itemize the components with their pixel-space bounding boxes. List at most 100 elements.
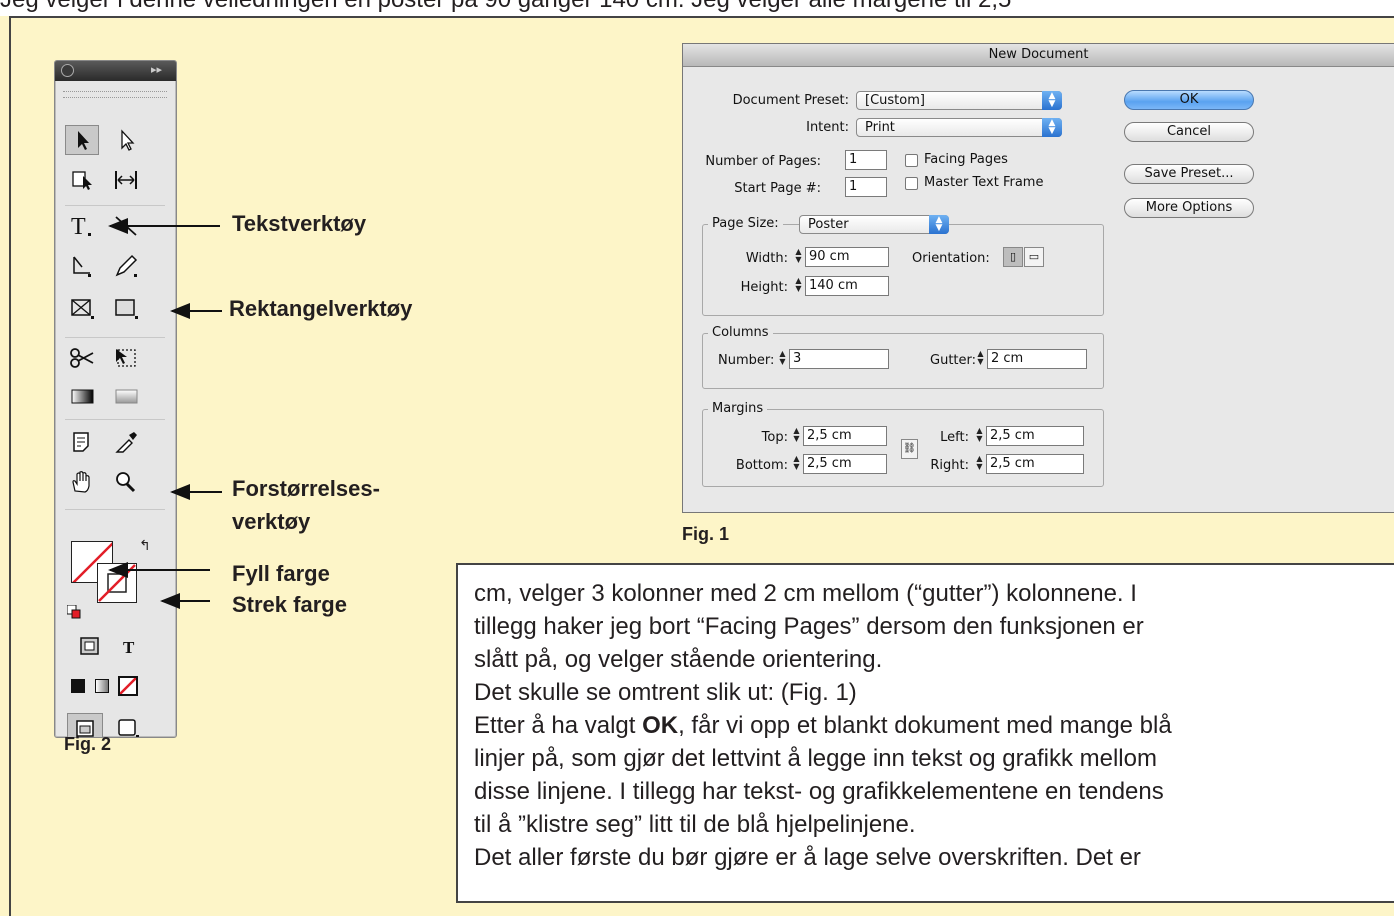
callout-zoom-line2: verktøy	[232, 509, 311, 534]
page-size-value: Poster	[808, 217, 849, 232]
bottom-stepper-icon[interactable]: ▲ ▼	[791, 455, 802, 473]
callout-rectangle-tool: Rektangelverktøy	[229, 296, 413, 321]
bottom-label: Bottom:	[735, 458, 788, 473]
grip-icon[interactable]	[63, 91, 167, 98]
page-size-select[interactable]: Poster ▲ ▼	[799, 215, 949, 234]
intent-select[interactable]: Print ▲ ▼	[856, 118, 1062, 137]
previous-text-line: Jeg velger i denne veiledningen en poste…	[0, 0, 1011, 14]
fig2-label: Fig. 2	[64, 734, 112, 754]
scissors-tool-icon[interactable]	[65, 343, 99, 373]
number-stepper-icon[interactable]: ▲ ▼	[777, 350, 788, 368]
rectangle-frame-tool-icon[interactable]	[65, 293, 99, 323]
left-stepper-icon[interactable]: ▲ ▼	[974, 427, 985, 445]
new-document-dialog: New Document Document Preset: [Custom] ▲…	[682, 43, 1394, 513]
page-size-label: Page Size:	[712, 216, 779, 231]
left-input[interactable]: 2,5 cm	[986, 426, 1084, 446]
apply-none-icon[interactable]	[118, 676, 138, 696]
page-size-title: Page Size:	[708, 216, 783, 231]
panel-header[interactable]: ▸▸	[55, 61, 176, 81]
gutter-label: Gutter:	[930, 353, 977, 368]
fig1-label: Fig. 1	[682, 524, 730, 544]
collapse-icon[interactable]: ▸▸	[151, 63, 162, 76]
facing-pages-checkbox[interactable]	[905, 154, 918, 167]
top-label: Top:	[761, 430, 788, 445]
body-line-2: tillegg haker jeg bort “Facing Pages” de…	[474, 613, 1144, 640]
master-text-frame-checkbox[interactable]	[905, 177, 918, 190]
apply-gradient-icon[interactable]	[95, 679, 109, 693]
more-options-button[interactable]: More Options	[1124, 198, 1254, 218]
apply-color-icon[interactable]	[71, 679, 85, 693]
cancel-button[interactable]: Cancel	[1124, 122, 1254, 142]
master-text-frame-label: Master Text Frame	[924, 175, 1044, 190]
top-stepper-icon[interactable]: ▲ ▼	[791, 427, 802, 445]
type-tool-icon[interactable]: T	[65, 211, 99, 241]
pages-input[interactable]: 1	[845, 150, 887, 170]
portrait-icon[interactable]: ▯	[1003, 247, 1023, 267]
save-preset-button[interactable]: Save Preset...	[1124, 164, 1254, 184]
body-text-box: cm, velger 3 kolonner med 2 cm mellom (“…	[456, 563, 1394, 903]
page-size-group	[702, 224, 1104, 316]
page-tool-icon[interactable]	[65, 165, 99, 195]
preview-view-icon[interactable]	[111, 713, 145, 737]
columns-title: Columns	[708, 325, 773, 340]
default-fill-stroke-icon[interactable]	[66, 604, 81, 619]
callout-text-tool: Tekstverktøy	[232, 211, 367, 236]
callout-arrows	[108, 218, 222, 609]
previous-text-strip: Jeg velger i denne veiledningen en poste…	[0, 0, 1394, 16]
bottom-input[interactable]: 2,5 cm	[803, 454, 887, 474]
body-line-8: til å ”klistre seg” litt til de blå hjel…	[474, 811, 916, 838]
start-page-input[interactable]: 1	[845, 177, 887, 197]
start-page-label: Start Page #:	[734, 181, 821, 196]
updown-arrows-icon: ▲ ▼	[1042, 91, 1062, 110]
facing-pages-label: Facing Pages	[924, 152, 1008, 167]
callout-stroke: Strek farge	[232, 592, 347, 617]
top-input[interactable]: 2,5 cm	[803, 426, 887, 446]
ok-emphasis: OK	[642, 712, 679, 739]
callout-fill: Fyll farge	[232, 561, 330, 586]
margins-title: Margins	[708, 401, 768, 416]
left-label: Left:	[940, 430, 969, 445]
note-tool-icon[interactable]	[65, 427, 99, 457]
height-stepper-icon[interactable]: ▲ ▼	[793, 277, 804, 295]
ok-button[interactable]: OK	[1124, 90, 1254, 110]
intent-value: Print	[865, 120, 895, 135]
gutter-input[interactable]: 2 cm	[987, 349, 1087, 369]
hand-tool-icon[interactable]	[65, 467, 99, 497]
body-line-7: disse linjene. I tillegg har tekst- og g…	[474, 778, 1164, 805]
pages-label: Number of Pages:	[705, 154, 821, 169]
selection-tool-icon[interactable]	[65, 125, 99, 155]
gradient-swatch-tool-icon[interactable]	[65, 381, 99, 411]
number-label: Number:	[718, 353, 775, 368]
body-line-1: cm, velger 3 kolonner med 2 cm mellom (“…	[474, 580, 1137, 607]
updown-arrows-icon: ▲ ▼	[1042, 118, 1062, 137]
right-input[interactable]: 2,5 cm	[986, 454, 1084, 474]
chain-link-icon[interactable]: ⛓	[901, 439, 918, 459]
height-input[interactable]: 140 cm	[805, 276, 889, 296]
width-input[interactable]: 90 cm	[805, 247, 889, 267]
width-stepper-icon[interactable]: ▲ ▼	[793, 248, 804, 266]
body-line-6: linjer på, som gjør det lettvint å legge…	[474, 745, 1157, 772]
preset-label: Document Preset:	[732, 93, 849, 108]
height-label: Height:	[740, 280, 788, 295]
intent-label: Intent:	[806, 120, 849, 135]
body-line-3: slått på, og velger stående orientering.	[474, 646, 883, 673]
gutter-stepper-icon[interactable]: ▲ ▼	[975, 350, 986, 368]
pen-tool-icon[interactable]	[65, 251, 99, 281]
svg-text:T: T	[71, 214, 86, 239]
updown-arrows-icon: ▲ ▼	[929, 215, 949, 234]
close-icon[interactable]	[61, 64, 74, 77]
body-line-5: Etter å ha valgt OK, får vi opp et blank…	[474, 712, 1172, 739]
direct-selection-tool-icon[interactable]	[109, 125, 143, 155]
dialog-title: New Document	[683, 44, 1394, 67]
preset-select[interactable]: [Custom] ▲ ▼	[856, 91, 1062, 110]
right-stepper-icon[interactable]: ▲ ▼	[974, 455, 985, 473]
body-line-9: Det aller første du bør gjøre er å lage …	[474, 844, 1141, 871]
callout-zoom-line1: Forstørrelses-	[232, 476, 380, 501]
preset-value: [Custom]	[865, 93, 925, 108]
columns-number-input[interactable]: 3	[789, 349, 889, 369]
svg-text:T: T	[123, 638, 135, 657]
landscape-icon[interactable]: ▭	[1024, 247, 1044, 267]
orientation-label: Orientation:	[912, 251, 990, 266]
width-label: Width:	[745, 251, 788, 266]
right-label: Right:	[930, 458, 969, 473]
